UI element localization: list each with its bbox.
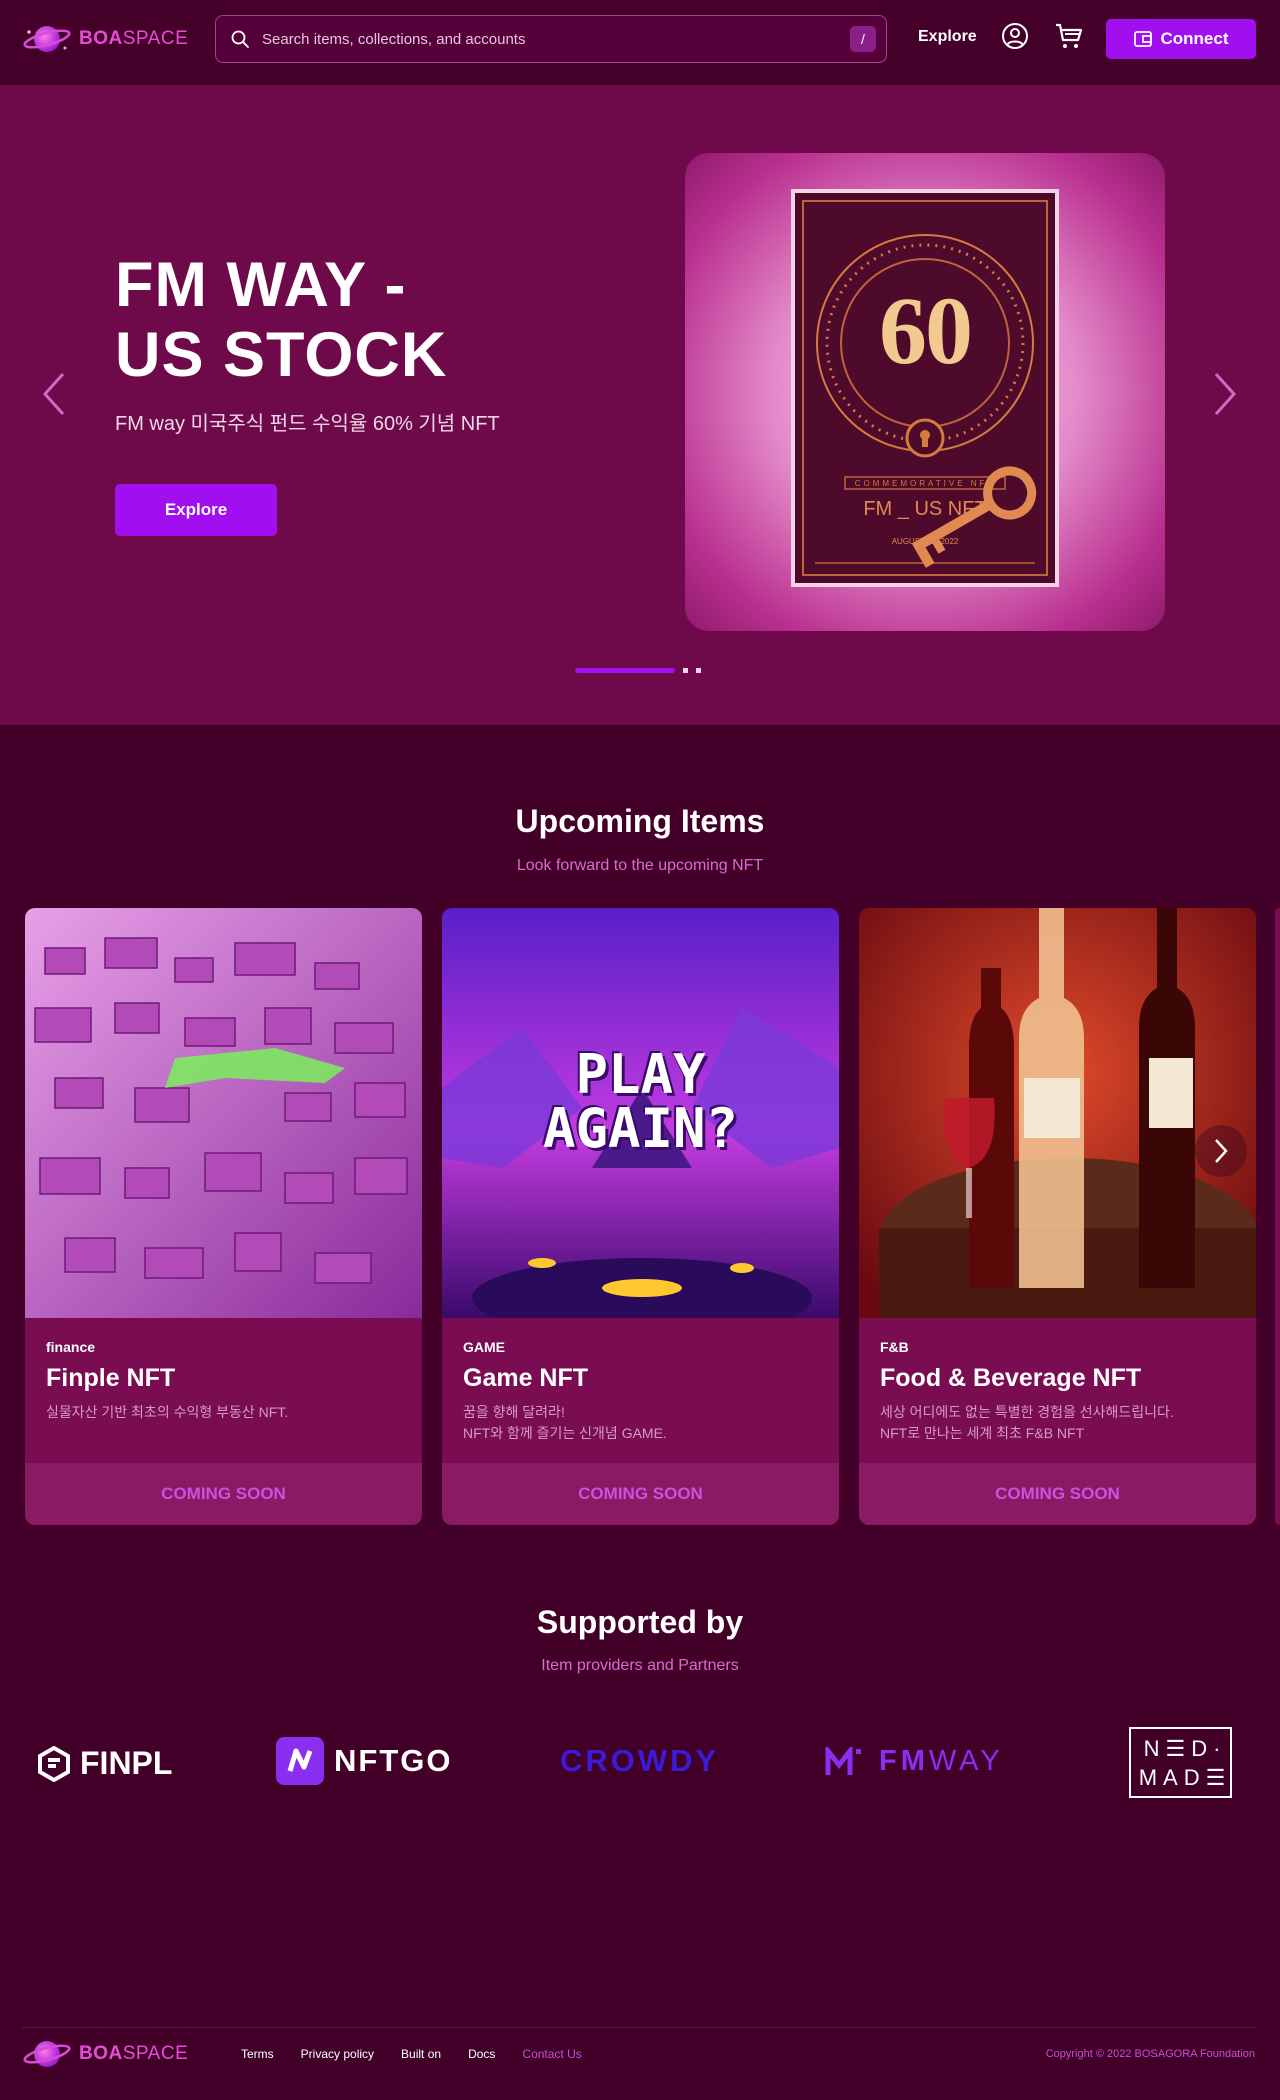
partner-fmway-logo[interactable]: FMWAY	[825, 1745, 1004, 1778]
user-account-icon[interactable]	[1001, 22, 1029, 50]
planet-logo-icon	[23, 26, 71, 52]
city-nft-image	[25, 908, 422, 1318]
copyright-text: Copyright © 2022 BOSAGORA Foundation	[1045, 2048, 1255, 2060]
upcoming-subtitle: Look forward to the upcoming NFT	[516, 857, 764, 874]
partner-name-line-1: N☰D·	[1143, 1735, 1227, 1761]
carousel-dot[interactable]	[696, 668, 701, 673]
finpl-cube-icon	[38, 1745, 70, 1782]
card-category: F&B	[880, 1339, 909, 1355]
brand-logo[interactable]: BOASPACE	[23, 22, 188, 56]
card-category: finance	[46, 1339, 96, 1355]
partner-name: NFTGO	[334, 1743, 453, 1778]
game-image-line-2: AGAIN?	[542, 1097, 739, 1160]
nav-explore-link[interactable]: Explore	[918, 28, 977, 46]
coming-soon-button[interactable]: COMING SOON	[25, 1463, 422, 1525]
brand-name: BOASPACE	[79, 2043, 189, 2064]
search-icon	[231, 30, 249, 48]
supported-title: Supported by	[536, 1604, 744, 1640]
partner-name-line-2: MAD☰	[1138, 1764, 1232, 1790]
carousel-dot[interactable]	[683, 668, 688, 673]
footer-link-terms[interactable]: Terms	[241, 2047, 274, 2061]
upcoming-card[interactable]: finance Finple NFT 실물자산 기반 최초의 수익형 부동산 N…	[25, 908, 422, 1525]
card-description: 꿈을 향해 달려라! NFT와 함께 즐기는 신개념 GAME.	[463, 1404, 667, 1441]
upcoming-title: Upcoming Items	[515, 803, 765, 839]
coming-soon-button[interactable]: COMING SOON	[442, 1463, 839, 1525]
hero-title: FM WAY - US STOCK	[115, 250, 448, 390]
card-title: Food & Beverage NFT	[880, 1364, 1142, 1392]
planet-logo-icon	[23, 2041, 71, 2067]
footer-links: Terms Privacy policy Built on Docs Conta…	[241, 2047, 582, 2061]
carousel-dot-active[interactable]	[575, 668, 675, 673]
wallet-icon	[1133, 31, 1152, 47]
game-image-line-1: PLAY	[575, 1043, 706, 1106]
card-title: Finple NFT	[46, 1364, 176, 1392]
nftgo-n-icon	[276, 1737, 324, 1785]
footer-divider	[22, 2027, 1256, 2028]
partner-name-way: WAY	[928, 1745, 1004, 1777]
chevron-right-icon	[1215, 1139, 1228, 1163]
hero-explore-button[interactable]: Explore	[115, 484, 277, 536]
connect-label: Connect	[1160, 29, 1229, 48]
partner-name-fm: FM	[879, 1745, 929, 1777]
upcoming-card[interactable]: PLAY AGAIN? GAME Game NFT 꿈을 향해 달려라! NFT…	[442, 908, 839, 1525]
game-nft-image: PLAY AGAIN?	[442, 908, 839, 1318]
carousel-prev-arrow-icon[interactable]	[37, 368, 71, 420]
commemorative-nft-artwork	[791, 189, 1059, 587]
wine-nft-image	[859, 908, 1256, 1318]
hero-nft-image[interactable]: 60 COMMEMORATIVE NFT FM _ US NFT AUGUST …	[685, 153, 1165, 631]
connect-wallet-button[interactable]: Connect	[1106, 19, 1256, 59]
supported-subtitle: Item providers and Partners	[541, 1657, 739, 1674]
partner-nftgo-logo[interactable]: NFTGO	[276, 1737, 453, 1785]
nft-card-number: 60	[879, 277, 973, 384]
partner-name: CROWDY	[560, 1743, 720, 1778]
fmway-m-icon	[825, 1746, 861, 1775]
card-description: 세상 어디에도 없는 특별한 경험을 선사해드립니다. NFT로 만나는 세계 …	[880, 1404, 1174, 1441]
partner-needmade-logo[interactable]: N☰D· MAD☰	[1129, 1727, 1232, 1798]
card-title: Game NFT	[463, 1364, 589, 1392]
footer-brand-logo[interactable]: BOASPACE	[23, 2037, 188, 2071]
search-shortcut-badge: /	[850, 26, 876, 52]
nft-card-name: FM _ US NFT	[863, 498, 987, 520]
carousel-next-arrow-icon[interactable]	[1208, 368, 1242, 420]
hero-carousel: FM WAY - US STOCK FM way 미국주식 펀드 수익율 60%…	[0, 85, 1280, 725]
next-card-peek	[1275, 908, 1280, 1525]
partner-name: FINPL	[80, 1745, 173, 1781]
partner-crowdy-logo[interactable]: CROWDY	[560, 1743, 719, 1779]
nft-card-caption: COMMEMORATIVE NFT	[854, 479, 996, 488]
hero-subtitle: FM way 미국주식 펀드 수익율 60% 기념 NFT	[115, 413, 500, 435]
upcoming-card[interactable]: F&B Food & Beverage NFT 세상 어디에도 없는 특별한 경…	[859, 908, 1256, 1525]
game-image-text: PLAY AGAIN?	[442, 1048, 839, 1156]
card-next-button[interactable]	[1195, 1125, 1247, 1177]
shopping-cart-icon[interactable]	[1054, 22, 1084, 50]
footer-link-privacy[interactable]: Privacy policy	[301, 2047, 374, 2061]
footer-link-contact[interactable]: Contact Us	[522, 2047, 581, 2061]
top-navbar: BOASPACE / Explore Connect	[0, 0, 1280, 85]
partner-finpl-logo[interactable]: FINPL	[38, 1745, 172, 1782]
card-category: GAME	[463, 1339, 505, 1355]
nft-card-date: AUGUST 01, 2022	[891, 537, 959, 546]
card-description: 실물자산 기반 최초의 수익형 부동산 NFT.	[46, 1404, 289, 1420]
footer-link-built-on[interactable]: Built on	[401, 2047, 441, 2061]
carousel-pagination	[575, 668, 701, 673]
footer-link-docs[interactable]: Docs	[468, 2047, 495, 2061]
brand-name: BOASPACE	[79, 28, 189, 49]
search-input[interactable]	[250, 16, 850, 62]
search-bar[interactable]: /	[215, 15, 887, 63]
coming-soon-button[interactable]: COMING SOON	[859, 1463, 1256, 1525]
